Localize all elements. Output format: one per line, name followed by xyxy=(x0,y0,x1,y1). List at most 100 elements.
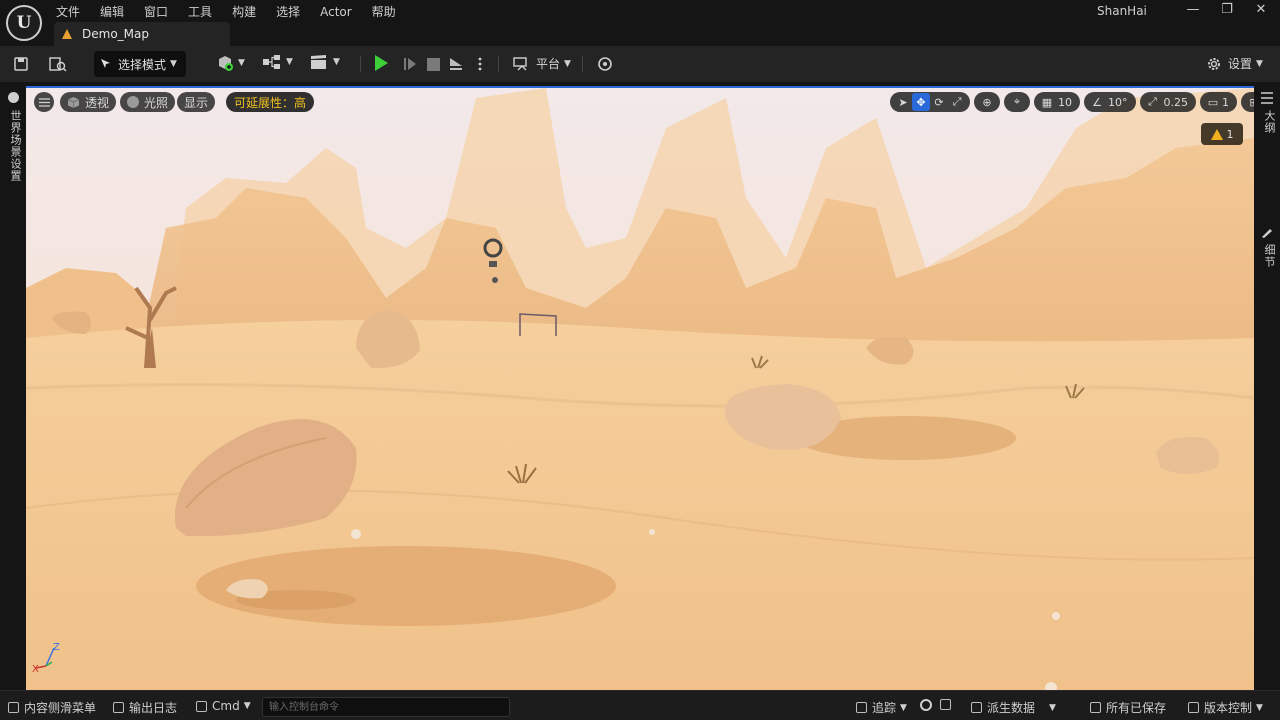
platforms-label: 平台 xyxy=(536,57,561,71)
select-mode-dropdown[interactable]: 选择模式 ▼ xyxy=(94,51,186,77)
status-bar: 内容侧滑菜单 输出日志 Cmd ▼ 追踪 ▼ 派生数据 ▼ 所有已保存 版本控制… xyxy=(0,690,1280,720)
chevron-down-icon: ▼ xyxy=(1049,702,1056,713)
platforms-dropdown[interactable]: 平台 ▼ xyxy=(513,55,571,72)
trace-icon xyxy=(856,702,867,713)
show-label: 显示 xyxy=(184,95,209,110)
blueprint-icon xyxy=(263,55,280,69)
source-control-dropdown[interactable]: 版本控制 ▼ xyxy=(1188,699,1263,716)
menu-help[interactable]: 帮助 xyxy=(368,1,406,19)
camera-icon: ▭ xyxy=(1207,95,1219,109)
translate-tool-icon[interactable]: ✥ xyxy=(912,93,930,111)
hamburger-icon xyxy=(38,97,50,107)
details-icon[interactable] xyxy=(1261,226,1273,238)
play-button[interactable] xyxy=(375,55,388,71)
world-settings-tab[interactable]: 世界场景设置 xyxy=(7,110,23,182)
warning-badge[interactable]: 1 xyxy=(1201,123,1243,145)
chevron-down-icon: ▼ xyxy=(170,59,177,69)
warning-icon xyxy=(1210,128,1223,140)
perspective-label: 透视 xyxy=(85,95,110,110)
stop-icon[interactable] xyxy=(423,54,443,74)
advance-frame-icon[interactable] xyxy=(400,54,420,74)
menu-edit[interactable]: 编辑 xyxy=(96,1,134,19)
settings-dropdown[interactable]: 设置 ▼ xyxy=(1206,55,1263,72)
angle-icon: ∠ xyxy=(1092,95,1102,109)
perspective-dropdown[interactable]: 透视 xyxy=(60,92,117,112)
menu-window[interactable]: 窗口 xyxy=(140,1,178,19)
grid-snap-value: 10 xyxy=(1058,95,1072,109)
scalability-label: 可延展性：高 xyxy=(234,95,307,110)
output-log-button[interactable]: 输出日志 xyxy=(113,699,177,716)
level-tab[interactable]: Demo_Map xyxy=(54,22,230,46)
menu-file[interactable]: 文件 xyxy=(52,1,90,19)
save-status-icon xyxy=(1090,702,1101,713)
toolbar-divider xyxy=(360,56,361,72)
viewport-options-button[interactable] xyxy=(34,92,54,112)
details-tab[interactable]: 细节 xyxy=(1261,244,1277,268)
source-control-label: 版本控制 xyxy=(1204,701,1253,715)
revision-control-icon[interactable] xyxy=(595,54,615,74)
main-menu: 文件 编辑 窗口 工具 构建 选择 Actor 帮助 xyxy=(52,1,412,19)
level-icon xyxy=(62,29,72,39)
transform-mode-group: ➤ ✥ ⟳ ⤢ xyxy=(890,92,970,112)
coordinate-system-button[interactable]: ⊕ xyxy=(974,92,1000,112)
content-drawer-button[interactable]: 内容侧滑菜单 xyxy=(8,699,96,716)
output-log-label: 输出日志 xyxy=(129,701,178,715)
content-drawer-label: 内容侧滑菜单 xyxy=(24,701,97,715)
browse-content-icon[interactable] xyxy=(48,54,68,74)
more-options-icon[interactable] xyxy=(470,54,490,74)
source-control-icon xyxy=(1188,702,1199,713)
menu-select[interactable]: 选择 xyxy=(272,1,310,19)
screenshot-button[interactable] xyxy=(940,699,956,710)
close-button[interactable]: ✕ xyxy=(1244,0,1278,20)
derived-data-label: 派生数据 xyxy=(987,701,1036,715)
globe-icon: ⊕ xyxy=(982,95,992,109)
cursor-icon xyxy=(101,59,110,68)
all-saved-button[interactable]: 所有已保存 xyxy=(1090,699,1166,716)
grid-snap-button[interactable]: ▦ 10 xyxy=(1034,92,1080,112)
lighting-label: 光照 xyxy=(144,95,169,110)
menu-actor[interactable]: Actor xyxy=(316,1,362,19)
scale-tool-icon[interactable]: ⤢ xyxy=(948,93,966,111)
surface-snap-button[interactable]: ⌖ xyxy=(1004,92,1030,112)
cmd-label: Cmd xyxy=(212,699,240,713)
cmd-dropdown[interactable]: Cmd ▼ xyxy=(196,699,251,713)
record-button[interactable] xyxy=(920,699,932,711)
chevron-down-icon: ▼ xyxy=(286,57,293,67)
outliner-tab[interactable]: 大纲 xyxy=(1261,110,1277,134)
camera-speed-value: 1 xyxy=(1222,95,1229,109)
chevron-down-icon: ▼ xyxy=(1256,702,1263,713)
lit-sphere-icon xyxy=(127,96,139,108)
camera-speed-button[interactable]: ▭ 1 xyxy=(1200,92,1237,112)
rotation-snap-button[interactable]: ∠ 10° xyxy=(1084,92,1136,112)
trace-dropdown[interactable]: 追踪 ▼ xyxy=(856,699,907,716)
save-icon[interactable] xyxy=(11,54,31,74)
show-dropdown[interactable]: 显示 xyxy=(177,92,216,112)
scale-snap-button[interactable]: ⤢ 0.25 xyxy=(1139,92,1196,112)
maximize-button[interactable]: ❐ xyxy=(1210,0,1244,20)
level-viewport[interactable]: 透视 光照 显示 可延展性：高 ➤ ✥ ⟳ ⤢ ⊕ ⌖ ▦ 10 ∠ 10° ⤢… xyxy=(26,86,1254,690)
main-toolbar: 选择模式 ▼ ▼ ▼ ▼ 平台 ▼ 设置 ▼ xyxy=(0,46,1280,82)
desert-scene[interactable] xyxy=(26,88,1254,690)
cube-icon xyxy=(67,96,80,108)
outliner-icon[interactable] xyxy=(1261,92,1273,104)
blueprints-dropdown[interactable]: ▼ xyxy=(262,54,293,70)
eject-icon[interactable] xyxy=(446,54,466,74)
cinematics-dropdown[interactable]: ▼ xyxy=(309,54,340,70)
transform-toolbar: ➤ ✥ ⟳ ⤢ ⊕ ⌖ ▦ 10 ∠ 10° ⤢ 0.25 ▭ 1 ⊞ xyxy=(890,92,1254,112)
view-mode-dropdown[interactable]: 光照 xyxy=(120,92,176,112)
add-actor-dropdown[interactable]: ▼ xyxy=(216,54,245,72)
minimize-button[interactable]: — xyxy=(1176,0,1210,20)
unreal-logo-icon[interactable]: U xyxy=(6,5,42,41)
scale-snap-value: 0.25 xyxy=(1163,95,1189,109)
menu-tools[interactable]: 工具 xyxy=(184,1,222,19)
menu-build[interactable]: 构建 xyxy=(228,1,266,19)
layout-button[interactable]: ⊞ xyxy=(1241,92,1254,112)
scalability-dropdown[interactable]: 可延展性：高 xyxy=(226,92,315,112)
record-icon xyxy=(920,699,932,711)
axis-z-label: Z xyxy=(53,642,60,653)
select-tool-icon[interactable]: ➤ xyxy=(894,93,912,111)
rotate-tool-icon[interactable]: ⟳ xyxy=(930,93,948,111)
world-settings-icon[interactable] xyxy=(8,92,19,103)
console-command-input[interactable] xyxy=(262,697,510,717)
derived-data-dropdown[interactable]: 派生数据 ▼ xyxy=(971,699,1056,716)
